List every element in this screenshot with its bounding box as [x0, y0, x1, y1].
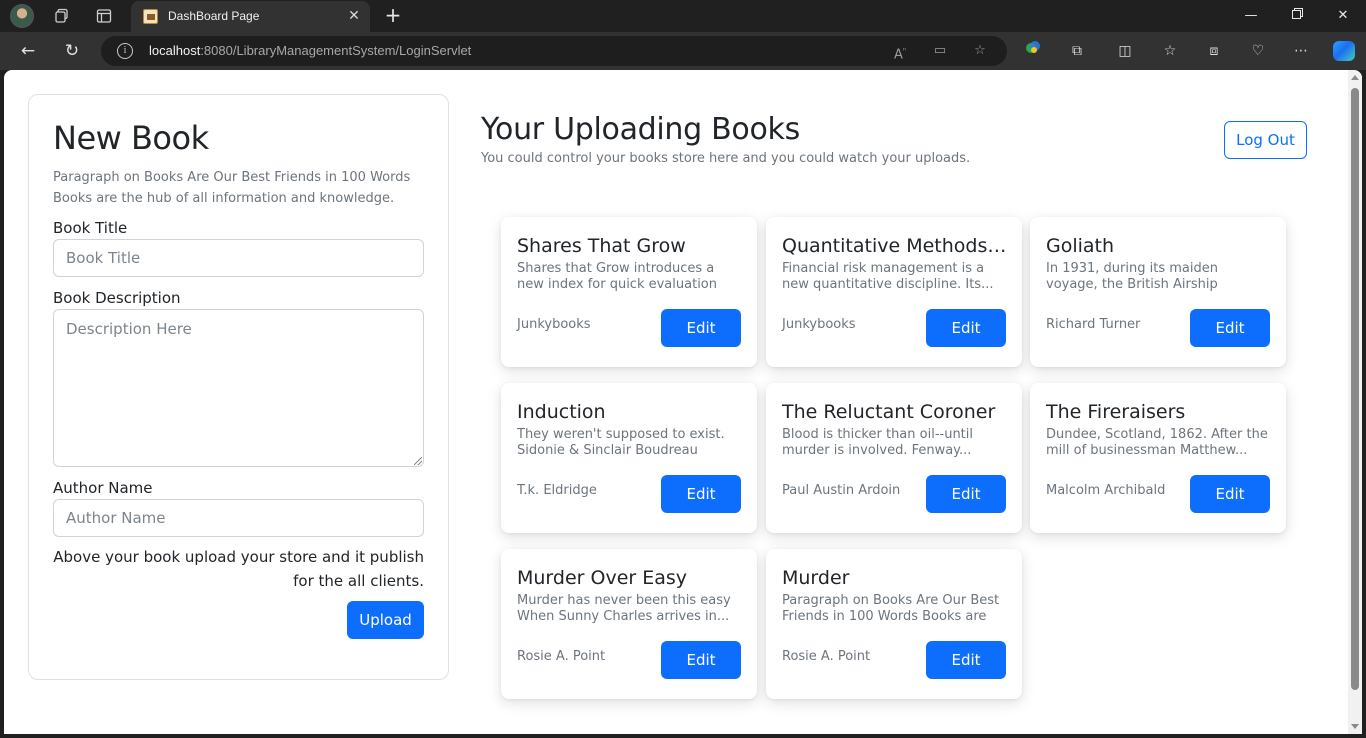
split-screen-icon[interactable]: ◫	[1113, 39, 1137, 63]
book-description: Paragraph on Books Are Our Best Friends …	[782, 593, 1000, 624]
book-author: Malcolm Archibald	[1046, 483, 1166, 498]
book-description: Murder has never been this easy When Sun…	[517, 593, 731, 624]
url-text[interactable]: localhost:8080/LibraryManagementSystem/L…	[149, 43, 471, 58]
book-title: Quantitative Methods ...	[782, 235, 1008, 257]
edit-button[interactable]: Edit	[1190, 309, 1270, 347]
book-description: Dundee, Scotland, 1862. After the mill o…	[1046, 427, 1268, 458]
upload-button[interactable]: Upload	[347, 601, 424, 639]
site-info-icon[interactable]: i	[117, 43, 133, 59]
edit-button[interactable]: Edit	[661, 309, 741, 347]
book-title: Goliath	[1046, 235, 1115, 257]
active-tab[interactable]: DashBoard Page ✕	[131, 1, 370, 32]
browser-essentials-icon[interactable]: ♡	[1246, 39, 1270, 63]
page-subtitle: You could control your books store here …	[481, 151, 971, 166]
workspaces-icon[interactable]	[50, 4, 74, 28]
book-description-label: Book Description	[53, 289, 181, 307]
edit-button[interactable]: Edit	[661, 641, 741, 679]
author-name-input[interactable]	[53, 499, 424, 537]
tab-title: DashBoard Page	[168, 9, 260, 23]
read-aloud-icon[interactable]: Aⁿ	[890, 41, 910, 62]
book-card: Murder Over Easy Murder has never been t…	[501, 549, 757, 699]
favorite-star-icon[interactable]: ☆	[970, 41, 990, 61]
new-tab-plus-icon[interactable]: +	[382, 4, 404, 26]
form-title: New Book	[53, 119, 209, 157]
scroll-down-arrow-icon[interactable]	[1351, 724, 1359, 729]
back-arrow-icon[interactable]: ←	[15, 39, 41, 63]
edit-button[interactable]: Edit	[926, 309, 1006, 347]
immersive-reader-icon[interactable]: ▭	[930, 41, 950, 61]
page-favicon-icon	[143, 9, 158, 24]
edit-button[interactable]: Edit	[926, 641, 1006, 679]
book-description: They weren't supposed to exist. Sidonie …	[517, 427, 725, 458]
edit-button[interactable]: Edit	[661, 475, 741, 513]
logout-button[interactable]: Log Out	[1224, 121, 1307, 159]
extensions-puzzle-icon[interactable]: ⧉	[1065, 39, 1089, 63]
book-title: Murder	[782, 567, 850, 589]
profile-avatar[interactable]	[10, 4, 34, 28]
book-author: Junkybooks	[517, 317, 591, 332]
address-bar[interactable]: i localhost:8080/LibraryManagementSystem…	[101, 36, 1007, 66]
book-description: In 1931, during its maiden voyage, the B…	[1046, 261, 1218, 292]
author-name-label: Author Name	[53, 479, 153, 497]
book-title: Murder Over Easy	[517, 567, 688, 589]
close-window-icon[interactable]: ✕	[1331, 4, 1355, 28]
book-author: Richard Turner	[1046, 317, 1141, 332]
more-options-icon[interactable]: ⋯	[1289, 39, 1313, 63]
book-card: The Reluctant Coroner Blood is thicker t…	[766, 383, 1022, 533]
close-tab-icon[interactable]: ✕	[345, 7, 363, 25]
new-book-form-card: New Book Paragraph on Books Are Our Best…	[28, 94, 449, 680]
minimize-icon[interactable]: —	[1239, 4, 1263, 28]
book-title: The Reluctant Coroner	[782, 401, 996, 423]
edit-button[interactable]: Edit	[926, 475, 1006, 513]
book-title: Induction	[517, 401, 606, 423]
scroll-up-arrow-icon[interactable]	[1351, 75, 1359, 80]
book-author: Rosie A. Point	[517, 649, 606, 664]
form-subtitle: Paragraph on Books Are Our Best Friends …	[53, 170, 411, 206]
book-card: Quantitative Methods ... Financial risk …	[766, 217, 1022, 367]
extension-color-icon[interactable]	[1021, 39, 1045, 63]
vertical-tabs-icon[interactable]	[92, 4, 116, 28]
resize-grip-icon[interactable]	[414, 457, 422, 465]
page-scrollbar[interactable]	[1348, 70, 1362, 734]
book-description: Financial risk management is a new quant…	[782, 261, 994, 292]
favorites-icon[interactable]: ☆	[1158, 39, 1182, 63]
upload-note: Above your book upload your store and it…	[53, 548, 424, 590]
book-card: Goliath In 1931, during its maiden voyag…	[1030, 217, 1286, 367]
restore-icon[interactable]	[1285, 4, 1309, 28]
scroll-thumb[interactable]	[1351, 88, 1359, 690]
refresh-icon[interactable]: ↻	[59, 39, 85, 63]
book-card: The Fireraisers Dundee, Scotland, 1862. …	[1030, 383, 1286, 533]
browser-toolbar: ← ↻ i localhost:8080/LibraryManagementSy…	[0, 32, 1366, 70]
book-description-wrapper	[53, 309, 424, 467]
book-card: Shares That Grow Shares that Grow introd…	[501, 217, 757, 367]
book-author: Paul Austin Ardoin	[782, 483, 901, 498]
book-card: Induction They weren't supposed to exist…	[501, 383, 757, 533]
book-title-label: Book Title	[53, 219, 128, 237]
copilot-icon[interactable]	[1333, 41, 1355, 61]
edit-button[interactable]: Edit	[1190, 475, 1270, 513]
book-title: The Fireraisers	[1046, 401, 1186, 423]
book-author: Rosie A. Point	[782, 649, 871, 664]
page-title: Your Uploading Books	[481, 112, 800, 147]
book-description-textarea[interactable]	[53, 309, 424, 467]
book-title: Shares That Grow	[517, 235, 686, 257]
book-author: T.k. Eldridge	[517, 483, 597, 498]
book-description: Blood is thicker than oil--until murder …	[782, 427, 974, 458]
browser-tab-strip: DashBoard Page ✕ + — ✕	[0, 0, 1366, 32]
collections-icon[interactable]: ⧈	[1202, 39, 1226, 63]
page-viewport: New Book Paragraph on Books Are Our Best…	[4, 70, 1362, 734]
book-description: Shares that Grow introduces a new index …	[517, 261, 717, 292]
book-card: Murder Paragraph on Books Are Our Best F…	[766, 549, 1022, 699]
book-author: Junkybooks	[782, 317, 856, 332]
book-title-input[interactable]	[53, 239, 424, 277]
